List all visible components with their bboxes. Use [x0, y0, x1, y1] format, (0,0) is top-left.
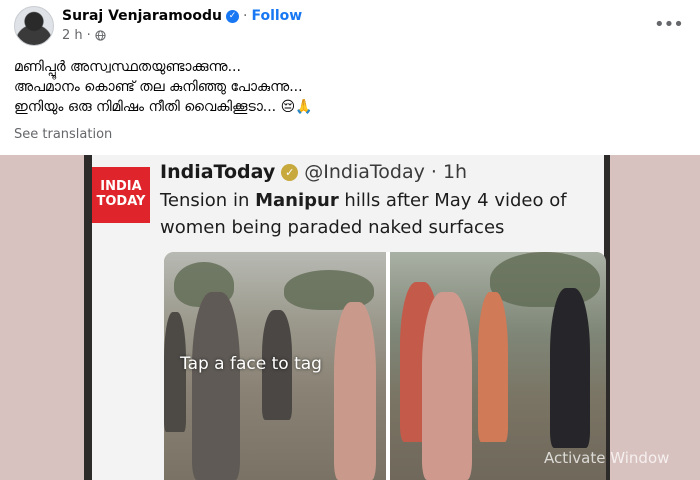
- image-edge-left: [84, 155, 92, 480]
- author-name[interactable]: Suraj Venjaramoodu: [62, 8, 222, 24]
- separator-dot: ·: [243, 8, 248, 24]
- logo-line-1: INDIA: [100, 179, 142, 194]
- tweet-user: IndiaToday ✓ @IndiaToday · 1h: [160, 161, 467, 183]
- verified-badge-icon: ✓: [226, 9, 240, 23]
- globe-icon: [95, 30, 106, 41]
- figure-shape: [192, 292, 240, 480]
- figure-shape: [334, 302, 376, 480]
- tweet-handle: @IndiaToday · 1h: [304, 161, 468, 183]
- post-header: Suraj Venjaramoodu ✓ · Follow 2 h · •••: [0, 0, 700, 50]
- follow-button[interactable]: Follow: [251, 8, 302, 24]
- meta-separator: ·: [86, 28, 91, 43]
- figure-shape: [478, 292, 508, 442]
- post-timestamp[interactable]: 2 h: [62, 28, 83, 43]
- figure-shape: [422, 292, 472, 480]
- tree-shape: [490, 252, 600, 307]
- video-scene-right: [390, 252, 606, 480]
- tap-to-tag-overlay[interactable]: Tap a face to tag: [180, 354, 322, 374]
- activate-windows-watermark: Activate Window: [544, 449, 670, 467]
- figure-shape: [550, 288, 590, 448]
- post-message: മണിപ്പൂർ അസ്വസ്ഥതയുണ്ടാക്കുന്നു... അപമാന…: [14, 57, 684, 117]
- post-line-3: ഇനിയും ഒരു നിമിഷം നീതി വൈകിക്കൂടാ... 😔🙏: [14, 99, 313, 115]
- tweet-account-name: IndiaToday: [160, 161, 276, 183]
- author-line: Suraj Venjaramoodu ✓ · Follow: [62, 8, 302, 24]
- post-line-1: മണിപ്പൂർ അസ്വസ്ഥതയുണ്ടാക്കുന്നു...: [14, 59, 241, 75]
- logo-line-2: TODAY: [96, 194, 146, 209]
- post-line-2: അപമാനം കൊണ്ട് തല കുനിഞ്ഞു പോകുന്നു...: [14, 79, 303, 95]
- tweet-text-pre: Tension in: [160, 190, 256, 211]
- post-meta: 2 h ·: [62, 28, 106, 43]
- gold-verified-icon: ✓: [281, 163, 299, 181]
- post-image[interactable]: INDIA TODAY IndiaToday ✓ @IndiaToday · 1…: [0, 155, 700, 480]
- india-today-logo: INDIA TODAY: [92, 167, 150, 223]
- see-translation-link[interactable]: See translation: [14, 127, 112, 142]
- tweet-screenshot: INDIA TODAY IndiaToday ✓ @IndiaToday · 1…: [92, 155, 606, 480]
- author-avatar[interactable]: [14, 6, 54, 46]
- more-options-icon[interactable]: •••: [654, 14, 684, 35]
- tweet-text-bold: Manipur: [255, 190, 339, 211]
- tweet-text: Tension in Manipur hills after May 4 vid…: [160, 187, 600, 241]
